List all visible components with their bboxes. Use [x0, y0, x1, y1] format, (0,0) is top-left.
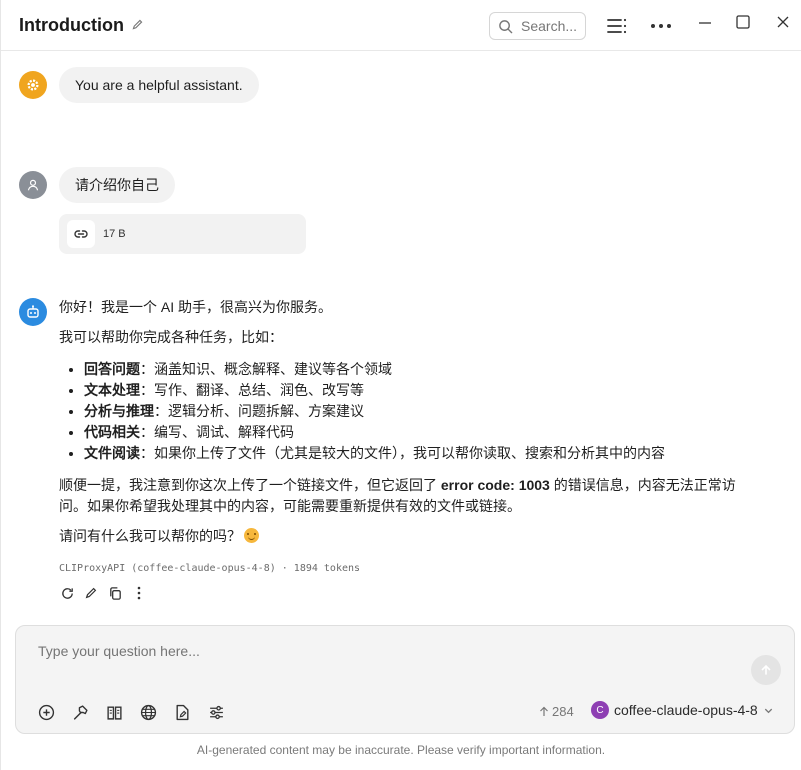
search-placeholder: Search... — [521, 18, 578, 34]
conversation-title: Introduction — [19, 15, 124, 35]
hammer-icon[interactable] — [70, 702, 90, 722]
model-badge: C — [591, 701, 609, 719]
system-message-bubble: You are a helpful assistant. — [59, 67, 259, 103]
pencil-icon[interactable] — [131, 18, 145, 32]
close-icon[interactable] — [771, 10, 795, 34]
disclaimer: AI-generated content may be inaccurate. … — [196, 743, 606, 757]
more-vertical-icon[interactable] — [131, 584, 147, 602]
robot-icon — [27, 305, 39, 318]
user-message-text: 请介绍你自己 — [75, 177, 159, 193]
reply-note: 顺便一提，我注意到你这次上传了一个链接文件，但它返回了 error code: … — [59, 477, 736, 514]
smile-emoji-icon — [244, 528, 259, 543]
maximize-icon[interactable] — [731, 10, 755, 34]
list-item: 代码相关：编写、调试、解释代码 — [84, 422, 759, 443]
list-menu-icon[interactable] — [605, 14, 629, 38]
add-icon[interactable] — [36, 702, 56, 722]
send-button[interactable] — [751, 655, 781, 685]
document-edit-icon[interactable] — [172, 702, 192, 722]
link-attachment[interactable]: 17 B — [59, 214, 306, 254]
assistant-avatar — [19, 298, 47, 326]
reply-greeting: 你好！我是一个 AI 助手，很高兴为你服务。 — [59, 299, 333, 315]
capability-list: 回答问题：涵盖知识、概念解释、建议等各个领域 文本处理：写作、翻译、总结、润色、… — [59, 359, 759, 464]
arrow-up-icon — [761, 664, 771, 675]
reply-closing: 请问有什么我可以帮你的吗？ — [59, 526, 759, 547]
assistant-reply: 你好！我是一个 AI 助手，很高兴为你服务。 我可以帮助你完成各种任务，比如： … — [59, 297, 759, 547]
copy-icon[interactable] — [107, 584, 123, 602]
question-input[interactable] — [36, 642, 636, 660]
header: Introduction Search... — [1, 0, 801, 51]
search-box[interactable]: Search... — [489, 12, 586, 40]
globe-icon[interactable] — [138, 702, 158, 722]
chevron-down-icon — [764, 708, 772, 713]
error-code: error code: 1003 — [440, 477, 550, 493]
reply-meta: CLIProxyAPI (coffee-claude-opus-4-8) · 1… — [59, 563, 361, 574]
regenerate-icon[interactable] — [59, 584, 75, 602]
edit-icon[interactable] — [83, 584, 99, 602]
user-avatar — [19, 171, 47, 199]
attachment-size: 17 B — [103, 228, 126, 240]
system-avatar — [19, 71, 47, 99]
sliders-icon[interactable] — [206, 702, 226, 722]
more-options-icon[interactable] — [649, 14, 673, 38]
gear-icon — [27, 79, 39, 91]
reply-actions — [59, 584, 147, 602]
model-name: coffee-claude-opus-4-8 — [614, 702, 758, 718]
search-icon — [499, 19, 513, 33]
arrow-up-small-icon — [540, 706, 548, 716]
reply-intro: 我可以帮助你完成各种任务，比如： — [59, 329, 283, 345]
list-item: 回答问题：涵盖知识、概念解释、建议等各个领域 — [84, 359, 759, 380]
list-item: 文件阅读：如果你上传了文件（尤其是较大的文件），我可以帮你读取、搜索和分析其中的… — [84, 443, 759, 464]
token-count: 284 — [539, 704, 574, 719]
user-message-bubble: 请介绍你自己 — [59, 167, 175, 203]
list-item: 分析与推理：逻辑分析、问题拆解、方案建议 — [84, 401, 759, 422]
system-message-text: You are a helpful assistant. — [75, 77, 243, 93]
model-selector[interactable]: C coffee-claude-opus-4-8 — [591, 701, 774, 719]
user-icon — [27, 179, 39, 191]
minimize-icon[interactable] — [693, 8, 717, 32]
composer: 284 C coffee-claude-opus-4-8 — [15, 625, 795, 734]
list-item: 文本处理：写作、翻译、总结、润色、改写等 — [84, 380, 759, 401]
link-icon — [67, 220, 95, 248]
chat-window: Introduction Search... You are a helpful… — [0, 0, 801, 770]
book-icon[interactable] — [104, 702, 124, 722]
